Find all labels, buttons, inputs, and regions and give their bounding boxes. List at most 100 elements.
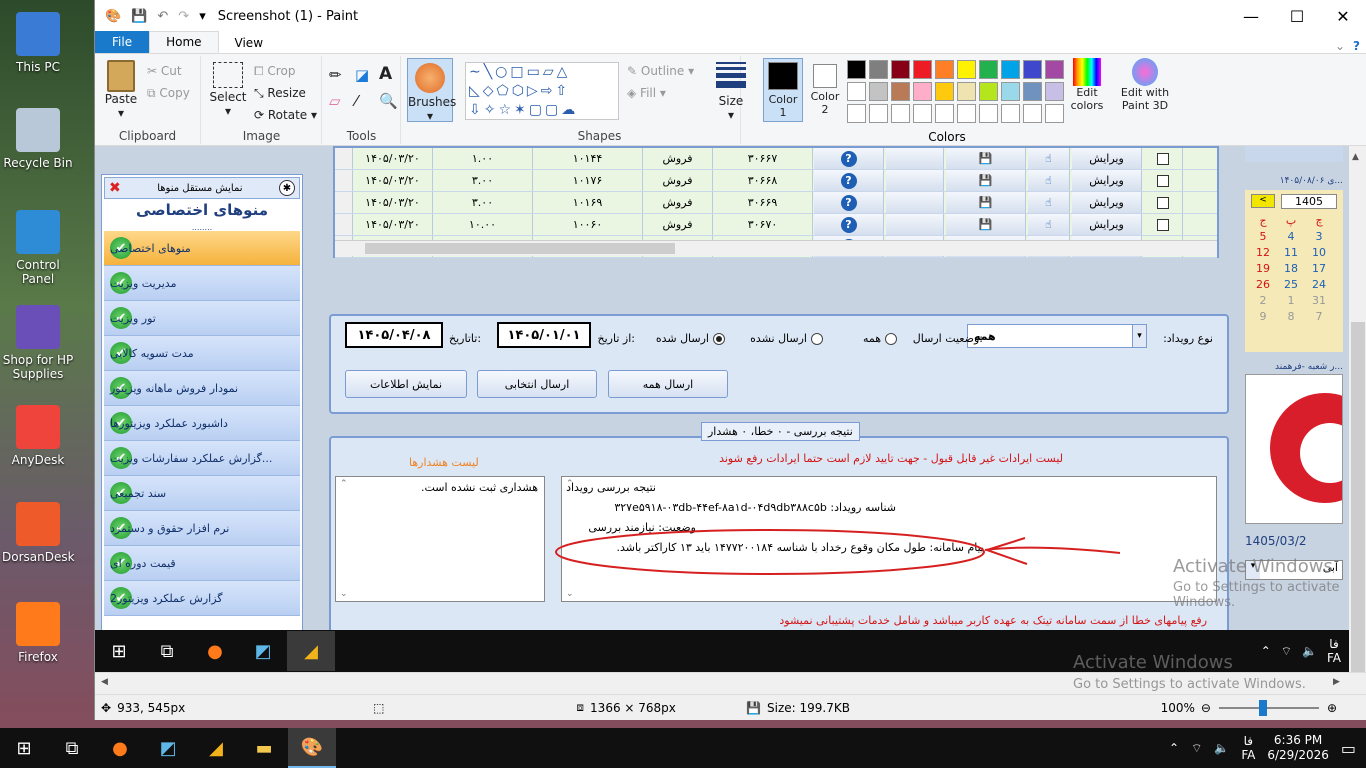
magnifier-icon[interactable]: 🔍 <box>379 92 398 110</box>
tab-view[interactable]: View <box>219 33 279 53</box>
collapse-ribbon-icon[interactable]: ⌄ <box>1335 39 1345 53</box>
palette-swatch[interactable] <box>979 60 998 79</box>
menu-item[interactable]: ✔ منوهای اختصاصی <box>104 231 300 266</box>
palette-swatch[interactable] <box>1001 60 1020 79</box>
tab-file[interactable]: File <box>95 31 150 53</box>
grid-hscroll[interactable] <box>335 240 1217 256</box>
paste-button[interactable]: Paste ▾ <box>103 60 139 120</box>
shapes-gallery[interactable]: ∼╲○□▭▱△ ◺◇⬠⬡▷⇨⇧ ⇩✧☆✶▢▢☁ <box>465 62 619 120</box>
palette-swatch[interactable] <box>869 82 888 101</box>
paint-taskbar-icon[interactable]: 🎨 <box>288 728 336 768</box>
menu-item[interactable]: ✔ مدیریت ویزیت <box>104 266 300 301</box>
close-button[interactable]: ✕ <box>1320 7 1366 26</box>
palette-empty-swatch[interactable] <box>913 104 932 123</box>
calendar-day[interactable]: 2 <box>1249 294 1277 307</box>
menu-item[interactable]: ✔ گزارش عملکرد ویزیتور2 <box>104 581 300 616</box>
help-icon[interactable]: ? <box>814 148 884 169</box>
calendar-day[interactable]: 18 <box>1277 262 1305 275</box>
text-icon[interactable]: A <box>379 64 392 84</box>
copy-button[interactable]: ⧉ Copy <box>147 86 190 101</box>
menu-item[interactable]: ✔ داشبورد عملکرد ویزیتورها <box>104 406 300 441</box>
menu-item[interactable]: ✔ مدت تسویه کالایی <box>104 336 300 371</box>
palette-empty-swatch[interactable] <box>957 104 976 123</box>
pencil-icon[interactable]: ✏ <box>329 66 342 84</box>
blank-button[interactable] <box>886 148 944 169</box>
hand-icon[interactable]: ☝ <box>1028 214 1070 235</box>
palette-swatch[interactable] <box>1023 82 1042 101</box>
start-button[interactable]: ⊞ <box>0 728 48 768</box>
eraser-icon[interactable]: ▱ <box>329 92 341 110</box>
help-icon[interactable]: ? <box>814 192 884 213</box>
help-icon[interactable]: ? <box>814 214 884 235</box>
palette-swatch[interactable] <box>979 82 998 101</box>
calendar-day[interactable]: 11 <box>1277 246 1305 259</box>
from-date-field[interactable]: ۱۴۰۵/۰۱/۰۱ <box>497 322 591 348</box>
event-type-select[interactable]: همه ▾ <box>967 324 1147 348</box>
minimize-button[interactable]: — <box>1228 7 1274 26</box>
table-row[interactable]: ۱۴۰۵/۰۳/۲۰ ۱۰.۰۰ ۱۰۰۶۰ فروش ۳۰۶۷۰? 💾 ☝ ویرایش <box>335 214 1217 236</box>
select-button[interactable]: Select ▾ <box>208 60 248 118</box>
app2-taskbar-icon[interactable]: ◢ <box>192 728 240 768</box>
edit-button[interactable]: ویرایش <box>1072 170 1142 191</box>
palette-swatch[interactable] <box>1045 82 1064 101</box>
hand-icon[interactable]: ☝ <box>1028 148 1070 169</box>
taskview-button[interactable]: ⧉ <box>48 728 96 768</box>
palette-swatch[interactable] <box>1023 60 1042 79</box>
save-icon[interactable]: 💾 <box>946 170 1026 191</box>
desktop-icon[interactable]: This PC <box>2 12 74 74</box>
palette-swatch[interactable] <box>957 82 976 101</box>
blank-button[interactable] <box>886 214 944 235</box>
undo-icon[interactable]: ↶ <box>157 9 168 24</box>
palette-empty-swatch[interactable] <box>1001 104 1020 123</box>
file-explorer-icon[interactable]: ▬ <box>240 728 288 768</box>
app-taskbar-icon[interactable]: ◩ <box>144 728 192 768</box>
palette-swatch[interactable] <box>913 82 932 101</box>
color1-button[interactable]: Color 1 <box>763 58 803 122</box>
palette-empty-swatch[interactable] <box>979 104 998 123</box>
rotate-button[interactable]: ⟳ Rotate ▾ <box>254 108 317 122</box>
tray-chevron-icon[interactable]: ⌃ <box>1169 741 1179 755</box>
calendar-day[interactable]: 19 <box>1249 262 1277 275</box>
customize-qat-icon[interactable]: ▾ <box>199 9 206 24</box>
notification-icon[interactable]: ▭ <box>1341 739 1356 758</box>
table-row[interactable]: ۱۴۰۵/۰۳/۲۰ ۳.۰۰ ۱۰۱۷۶ فروش ۳۰۶۶۸? 💾 ☝ ویرایش <box>335 170 1217 192</box>
calendar-day[interactable]: 10 <box>1305 246 1333 259</box>
help-icon[interactable]: ? <box>814 170 884 191</box>
help-icon[interactable]: ? <box>1353 39 1360 53</box>
desktop-icon[interactable]: Recycle Bin <box>2 108 74 170</box>
menu-item[interactable]: ✔ گزارش عملکرد سفارشات ویزیت... <box>104 441 300 476</box>
palette-swatch[interactable] <box>1045 60 1064 79</box>
blank-button[interactable] <box>886 170 944 191</box>
edit-button[interactable]: ویرایش <box>1072 148 1142 169</box>
menu-item[interactable]: ✔ تور ویزیت <box>104 301 300 336</box>
palette-empty-swatch[interactable] <box>1023 104 1042 123</box>
row-checkbox[interactable] <box>1143 214 1183 235</box>
color2-button[interactable]: Color 2 <box>807 58 843 116</box>
radio-sent[interactable]: ارسال شده <box>656 332 729 345</box>
edit-colors-button[interactable]: Edit colors <box>1067 58 1107 112</box>
hand-icon[interactable]: ☝ <box>1028 170 1070 191</box>
tab-home[interactable]: Home <box>149 31 219 53</box>
color-picker-icon[interactable]: ⁄ <box>355 92 358 110</box>
calendar-day[interactable]: 8 <box>1277 310 1305 323</box>
save-icon[interactable]: 💾 <box>946 148 1026 169</box>
row-checkbox[interactable] <box>1143 192 1183 213</box>
show-info-button[interactable]: نمایش اطلاعات <box>345 370 467 398</box>
send-all-button[interactable]: ارسال همه <box>608 370 728 398</box>
blank-button[interactable] <box>886 192 944 213</box>
redo-icon[interactable]: ↷ <box>178 9 189 24</box>
calendar-day[interactable]: 24 <box>1305 278 1333 291</box>
desktop-icon[interactable]: Control Panel <box>2 210 74 286</box>
fill-icon[interactable]: ◪ <box>355 66 369 84</box>
palette-empty-swatch[interactable] <box>891 104 910 123</box>
menu-item[interactable]: ✔ نمودار فروش ماهانه ویزیتور <box>104 371 300 406</box>
calendar-day[interactable]: 1 <box>1277 294 1305 307</box>
resize-button[interactable]: ⤡ Resize <box>254 86 306 101</box>
row-checkbox[interactable] <box>1143 148 1183 169</box>
zoom-out-button[interactable]: ⊖ <box>1201 701 1211 715</box>
calendar-day[interactable]: 5 <box>1249 230 1277 243</box>
palette-empty-swatch[interactable] <box>935 104 954 123</box>
crop-button[interactable]: ⧠ Crop <box>254 64 295 79</box>
menu-item[interactable]: ✔ سند تجمیعی <box>104 476 300 511</box>
edit-button[interactable]: ویرایش <box>1072 192 1142 213</box>
